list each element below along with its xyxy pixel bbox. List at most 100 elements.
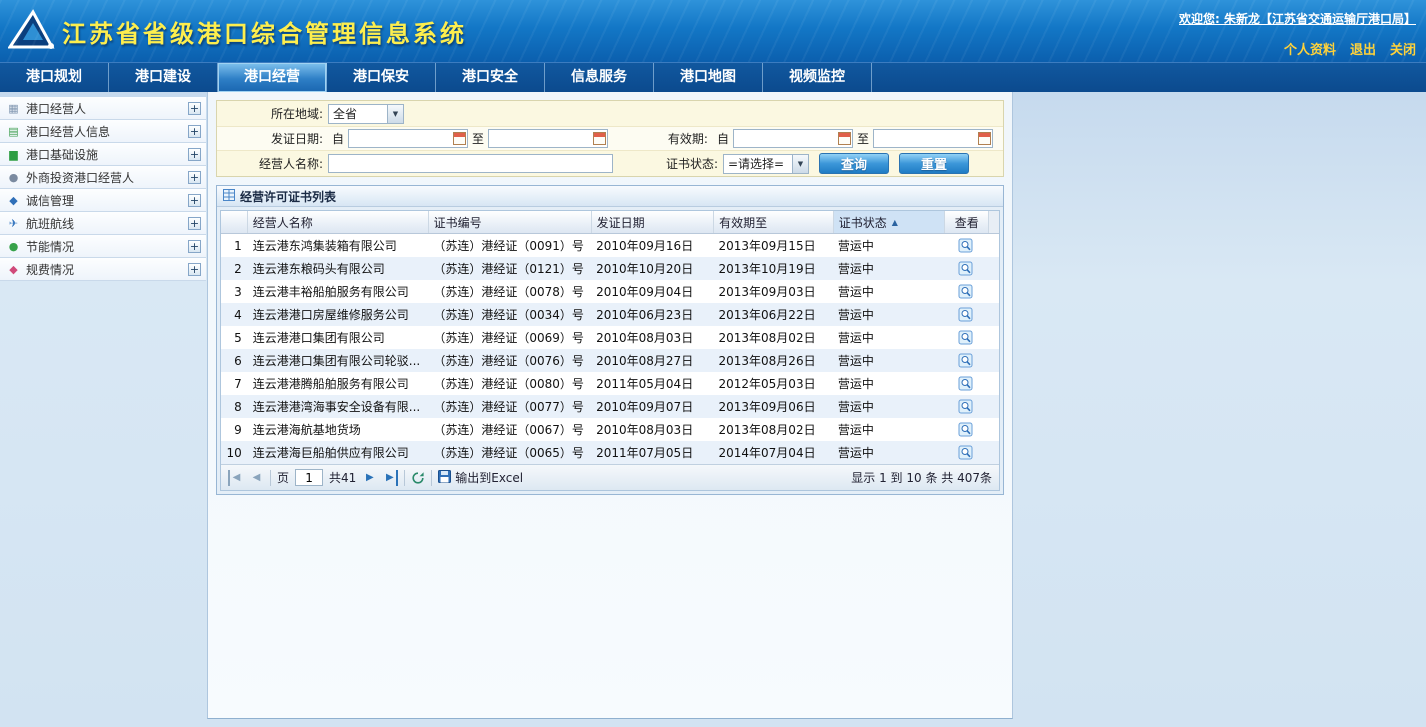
view-icon[interactable] (958, 422, 973, 437)
issue-date-cell: 2010年10月20日 (591, 257, 713, 280)
first-page-button[interactable]: ◀ (228, 470, 243, 486)
header-link-2[interactable]: 退出 (1350, 39, 1376, 58)
calendar-icon[interactable] (593, 132, 606, 145)
reset-button[interactable]: 重置 (899, 153, 969, 174)
view-icon[interactable] (958, 284, 973, 299)
issue-date-from-input[interactable] (348, 129, 468, 148)
operator-name-cell: 连云港港口房屋维修服务公司 (248, 303, 429, 326)
column-label: 经营人名称 (253, 214, 313, 231)
expand-icon[interactable]: + (188, 125, 201, 138)
sidebar-item-3[interactable]: ▆港口基础设施+ (0, 143, 206, 166)
sidebar-item-6[interactable]: ✈航班航线+ (0, 212, 206, 235)
grid-title: 经营许可证书列表 (240, 188, 336, 205)
validity-to-input[interactable] (873, 129, 993, 148)
expand-icon[interactable]: + (188, 217, 201, 230)
save-disk-icon (438, 470, 451, 486)
view-icon[interactable] (958, 445, 973, 460)
calendar-icon[interactable] (978, 132, 991, 145)
grid-body: 1连云港东鸿集装箱有限公司（苏连）港经证（0091）号2010年09月16日20… (221, 234, 999, 464)
expand-icon[interactable]: + (188, 194, 201, 207)
export-excel-button[interactable]: 输出到Excel (438, 469, 523, 486)
shield-icon: ◆ (6, 194, 21, 207)
expand-icon[interactable]: + (188, 263, 201, 276)
table-row: 10连云港海巨船舶供应有限公司（苏连）港经证（0065）号2011年07月05日… (221, 441, 999, 464)
row-filler (988, 257, 999, 280)
region-value: 全省 (333, 105, 387, 122)
issue-date-cell: 2010年08月03日 (591, 418, 713, 441)
expand-icon[interactable]: + (188, 171, 201, 184)
refresh-icon[interactable] (411, 471, 425, 485)
calendar-icon[interactable] (453, 132, 466, 145)
valid-until-cell: 2013年08月02日 (714, 326, 833, 349)
row-filler (988, 280, 999, 303)
main-panel: 所在地域: 全省 ▼ 发证日期: 自 至 (207, 92, 1013, 719)
header-link-1[interactable]: 个人资料 (1284, 39, 1336, 58)
welcome-text: 欢迎您: 朱新龙【江苏省交通运输厅港口局】 (1179, 10, 1416, 27)
header-link-3[interactable]: 关闭 (1390, 39, 1416, 58)
operator-name-input[interactable] (328, 154, 613, 173)
operator-name-cell: 连云港港口集团有限公司 (248, 326, 429, 349)
valid-until-cell: 2013年08月02日 (714, 418, 833, 441)
calendar-icon[interactable] (838, 132, 851, 145)
column-header-2[interactable]: 证书编号 (429, 211, 592, 233)
validity-from (733, 129, 853, 148)
nav-tab-7[interactable]: 港口地图 (654, 63, 763, 92)
view-icon[interactable] (958, 399, 973, 414)
nav-tab-4[interactable]: 港口保安 (327, 63, 436, 92)
cert-status-select[interactable]: =请选择= ▼ (723, 154, 809, 174)
view-icon[interactable] (958, 307, 973, 322)
expand-icon[interactable]: + (188, 102, 201, 115)
next-page-button[interactable]: ▶ (362, 470, 377, 486)
row-filler (988, 372, 999, 395)
nav-tab-1[interactable]: 港口规划 (0, 63, 109, 92)
row-filler (988, 395, 999, 418)
last-page-button[interactable]: ▶ (383, 470, 398, 486)
operator-name-cell: 连云港海航基地货场 (248, 418, 429, 441)
query-button[interactable]: 查询 (819, 153, 889, 174)
column-header-5[interactable]: 证书状态▲ (834, 211, 946, 233)
view-icon[interactable] (958, 376, 973, 391)
table-row: 3连云港丰裕船舶服务有限公司（苏连）港经证（0078）号2010年09月04日2… (221, 280, 999, 303)
plane-icon: ✈ (6, 217, 21, 230)
sidebar-item-2[interactable]: ▤港口经营人信息+ (0, 120, 206, 143)
status-cell: 营运中 (833, 372, 945, 395)
nav-tab-8[interactable]: 视频监控 (763, 63, 872, 92)
sidebar-item-7[interactable]: ●节能情况+ (0, 235, 206, 258)
sidebar-item-label: 港口经营人信息 (26, 123, 188, 140)
table-row: 2连云港东粮码头有限公司（苏连）港经证（0121）号2010年10月20日201… (221, 257, 999, 280)
sidebar-item-label: 规费情况 (26, 261, 188, 278)
issue-date-to-input[interactable] (488, 129, 608, 148)
chevron-down-icon: ▼ (792, 155, 808, 173)
column-header-1[interactable]: 经营人名称 (248, 211, 429, 233)
page-label: 页 (277, 469, 289, 486)
table-row: 5连云港港口集团有限公司（苏连）港经证（0069）号2010年08月03日201… (221, 326, 999, 349)
operator-name-label: 经营人名称: (221, 155, 323, 172)
column-header-4[interactable]: 有效期至 (714, 211, 834, 233)
column-header-6[interactable]: 查看 (945, 211, 989, 233)
view-icon[interactable] (958, 353, 973, 368)
sidebar-item-4[interactable]: ●外商投资港口经营人+ (0, 166, 206, 189)
sidebar-item-5[interactable]: ◆诚信管理+ (0, 189, 206, 212)
view-icon[interactable] (958, 261, 973, 276)
region-select[interactable]: 全省 ▼ (328, 104, 404, 124)
expand-icon[interactable]: + (188, 148, 201, 161)
expand-icon[interactable]: + (188, 240, 201, 253)
to-label: 至 (857, 130, 869, 147)
view-icon[interactable] (958, 330, 973, 345)
validity-from-input[interactable] (733, 129, 853, 148)
cert-no-cell: （苏连）港经证（0076）号 (428, 349, 591, 372)
operator-name-cell: 连云港东鸿集装箱有限公司 (248, 234, 429, 257)
nav-tab-3[interactable]: 港口经营 (218, 63, 327, 92)
pager-summary: 显示 1 到 10 条 共 407条 (851, 469, 992, 486)
prev-page-button[interactable]: ◀ (249, 470, 264, 486)
sidebar-item-8[interactable]: ◆规费情况+ (0, 258, 206, 281)
cert-status-value: =请选择= (728, 155, 792, 172)
nav-tab-5[interactable]: 港口安全 (436, 63, 545, 92)
view-icon[interactable] (958, 238, 973, 253)
sidebar-item-1[interactable]: ▦港口经营人+ (0, 97, 206, 120)
nav-tab-6[interactable]: 信息服务 (545, 63, 654, 92)
page-input[interactable] (295, 469, 323, 486)
issue-date-cell: 2011年07月05日 (591, 441, 713, 464)
nav-tab-2[interactable]: 港口建设 (109, 63, 218, 92)
column-header-3[interactable]: 发证日期 (592, 211, 715, 233)
